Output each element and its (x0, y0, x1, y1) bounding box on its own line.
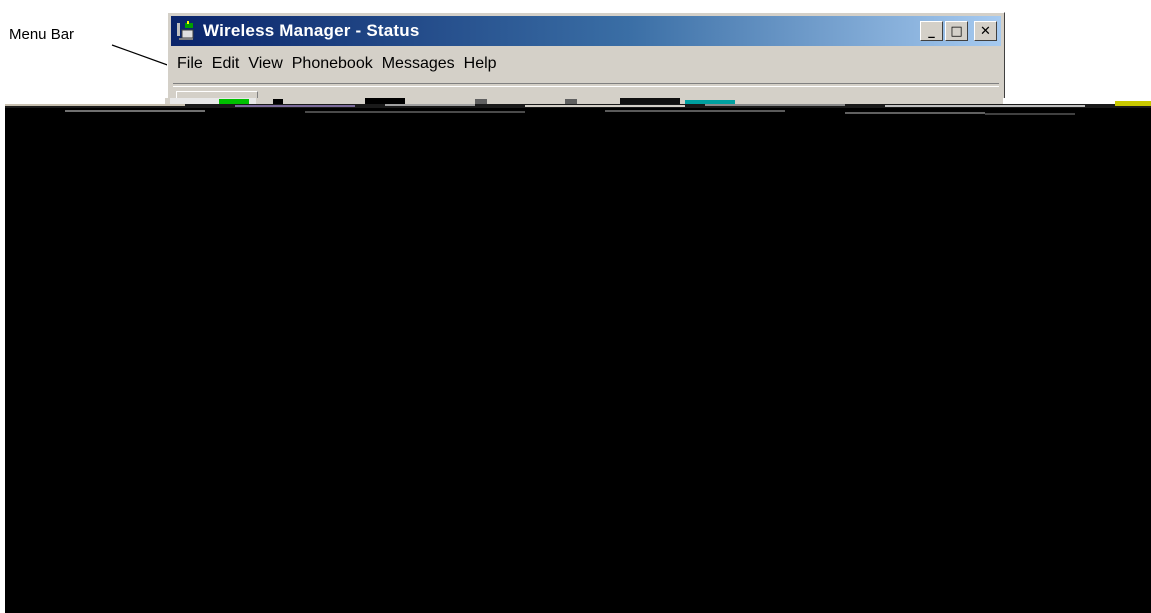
menu-bar: File Edit View Phonebook Messages Help (173, 51, 502, 77)
caption-buttons: _ □ ✕ (920, 21, 997, 41)
window-title: Wireless Manager - Status (203, 21, 420, 40)
close-button[interactable]: ✕ (974, 21, 997, 41)
maximize-button[interactable]: □ (945, 21, 968, 41)
menu-help[interactable]: Help (460, 55, 502, 73)
content-area-obscured (5, 134, 1151, 613)
menu-view[interactable]: View (244, 55, 287, 73)
minimize-button[interactable]: _ (920, 21, 943, 41)
corrupted-toolbar-region (5, 98, 1151, 138)
close-icon: ✕ (980, 23, 991, 39)
minimize-icon: _ (928, 23, 935, 39)
menu-separator (173, 83, 999, 87)
maximize-icon: □ (950, 23, 963, 39)
menu-bar-callout-label: Menu Bar (9, 26, 75, 43)
menu-phonebook[interactable]: Phonebook (288, 55, 378, 73)
menu-file[interactable]: File (173, 55, 208, 73)
title-bar[interactable]: Wireless Manager - Status _ □ ✕ (171, 16, 1001, 46)
wireless-app-icon (175, 20, 197, 42)
menu-edit[interactable]: Edit (208, 55, 245, 73)
menu-messages[interactable]: Messages (378, 55, 460, 73)
